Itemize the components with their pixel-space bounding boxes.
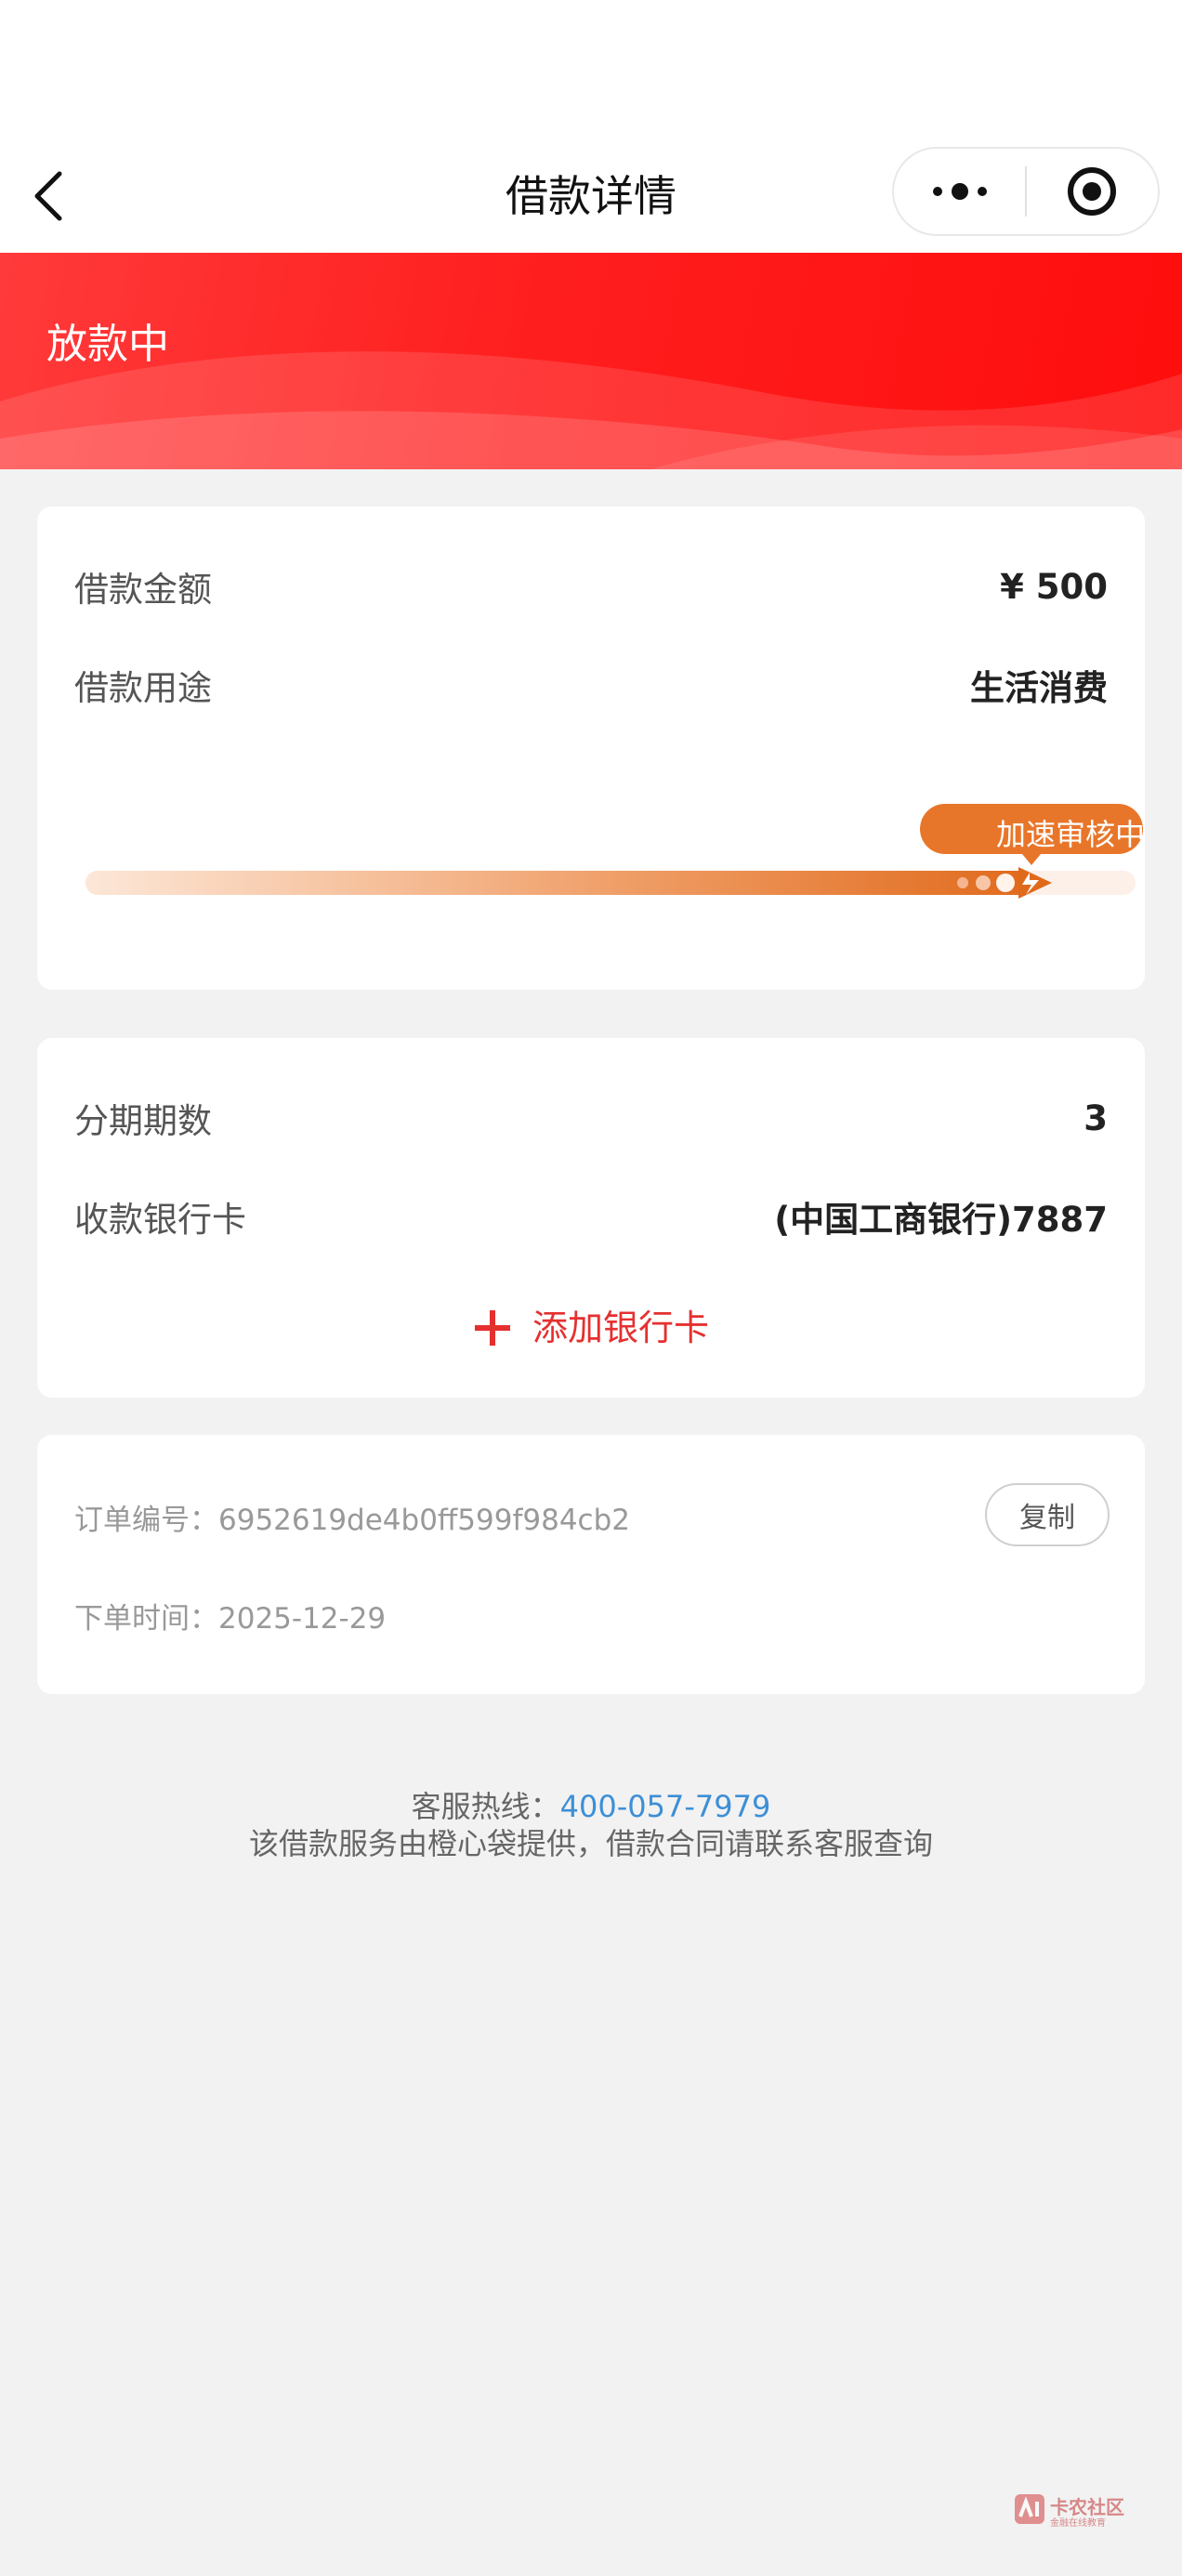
loan-status-text: 放款中 <box>46 321 169 368</box>
order-id-row: 订单编号：6952619de4b0ff599f984cb2 <box>74 1496 630 1538</box>
plus-icon <box>474 1310 510 1346</box>
order-info-card: 订单编号：6952619de4b0ff599f984cb2 复制 下单时间：20… <box>37 1435 1145 1694</box>
add-bank-card-label: 添加银行卡 <box>532 1307 709 1348</box>
order-time-row: 下单时间：2025-12-29 <box>74 1595 386 1636</box>
order-id-label: 订单编号： <box>74 1504 218 1537</box>
bank-card-value: (中国工商银行)7887 <box>774 1200 1108 1240</box>
amount-row: 借款金额 ¥ 500 <box>74 559 1108 614</box>
progress-bar <box>85 867 1136 899</box>
vip-badge: VIP <box>155 811 207 847</box>
bank-card-row: 收款银行卡 (中国工商银行)7887 <box>74 1189 1108 1244</box>
watermark-logo: 卡农社区 金融在线教育 <box>1013 2491 1134 2529</box>
purpose-label: 借款用途 <box>74 668 212 708</box>
order-time-label: 下单时间： <box>74 1602 218 1636</box>
installments-row: 分期期数 3 <box>74 1090 1108 1146</box>
amount-label: 借款金额 <box>74 570 212 610</box>
installments-value: 3 <box>1084 1097 1108 1138</box>
vip-logo: VIP <box>155 814 208 847</box>
watermark-icon <box>1015 2494 1044 2524</box>
close-button[interactable] <box>1027 147 1158 236</box>
watermark-slogan: 金融在线教育 <box>1050 2518 1106 2529</box>
mini-program-capsule <box>892 147 1160 236</box>
hotline-number-link[interactable]: 400-057-7979 <box>560 1789 771 1824</box>
review-progress: VIP 加速审核中 <box>85 802 1145 913</box>
banner-wave-decoration <box>0 351 1182 469</box>
more-button[interactable] <box>894 147 1025 236</box>
status-banner: 放款中 <box>0 253 1182 469</box>
hotline-row: 客服热线：400-057-7979 <box>0 1788 1182 1825</box>
add-bank-card-button[interactable]: 添加银行卡 <box>37 1296 1145 1352</box>
purpose-value: 生活消费 <box>970 668 1108 708</box>
installments-label: 分期期数 <box>74 1101 212 1141</box>
target-circle-icon <box>1068 167 1117 216</box>
loan-info-card: 借款金额 ¥ 500 借款用途 生活消费 VIP 加速审核中 <box>37 506 1145 990</box>
hotline-label: 客服热线： <box>411 1789 560 1824</box>
vip-badge-text: 加速审核中 <box>996 817 1146 852</box>
copy-button[interactable]: 复制 <box>985 1483 1110 1546</box>
order-id-value: 6952619de4b0ff599f984cb2 <box>218 1504 630 1537</box>
more-dots-icon <box>932 183 987 200</box>
status-bar-area <box>0 0 1182 139</box>
bank-card-label: 收款银行卡 <box>74 1200 246 1240</box>
progress-fill <box>85 871 1033 895</box>
footer: 客服热线：400-057-7979 该借款服务由橙心袋提供，借款合同请联系客服查… <box>0 1788 1182 1862</box>
nav-bar: 借款详情 <box>0 139 1182 253</box>
order-time-value: 2025-12-29 <box>218 1602 387 1636</box>
repayment-card: 分期期数 3 收款银行卡 (中国工商银行)7887 添加银行卡 <box>37 1038 1145 1398</box>
amount-value: ¥ 500 <box>1000 566 1108 607</box>
purpose-row: 借款用途 生活消费 <box>74 657 1108 713</box>
service-notice: 该借款服务由橙心袋提供，借款合同请联系客服查询 <box>248 1826 933 1861</box>
